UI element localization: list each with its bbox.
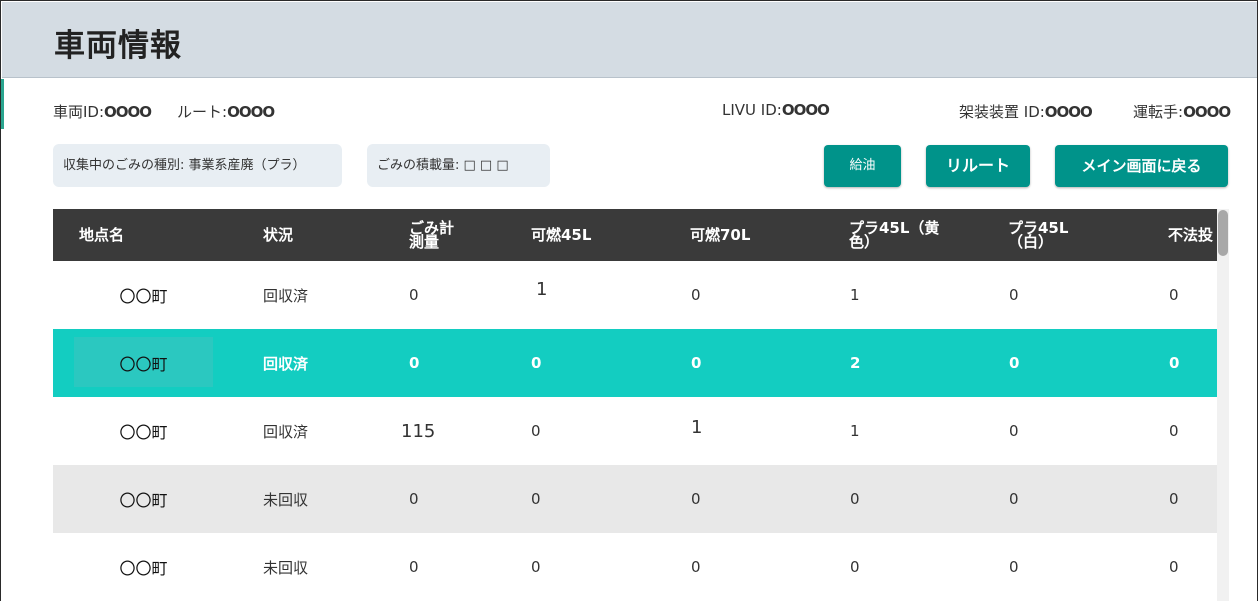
vehicle-id-value: OOOO bbox=[104, 103, 152, 121]
cell-plastic-yellow: 2 bbox=[850, 354, 861, 372]
device-id-value: OOOO bbox=[1044, 103, 1093, 121]
cell-illegal-dumping: 0 bbox=[1169, 354, 1180, 372]
cell-plastic-white: 0 bbox=[1009, 558, 1019, 576]
column-header-plastic-45l-yellow: プラ45L（黄 色） bbox=[849, 219, 940, 251]
cell-place: 〇〇町 bbox=[119, 423, 168, 442]
column-header-burnable-45l: 可燃45L bbox=[531, 226, 592, 244]
column-header-weight: ごみ計 測量 bbox=[409, 219, 455, 251]
column-header-illegal-dumping: 不法投 bbox=[1168, 226, 1214, 244]
cell-plastic-white: 0 bbox=[1009, 422, 1019, 440]
cell-burnable-45l: 0 bbox=[531, 354, 542, 372]
cell-weight: 115 bbox=[401, 420, 436, 442]
cell-burnable-70l: 0 bbox=[691, 286, 701, 304]
table-row[interactable]: 〇〇町 回収済 0 1 0 1 0 0 bbox=[53, 261, 1217, 329]
cell-burnable-45l: 1 bbox=[536, 278, 548, 300]
column-header-burnable-70l: 可燃70L bbox=[690, 226, 751, 244]
page-title: 車両情報 bbox=[54, 28, 182, 64]
cell-place: 〇〇町 bbox=[119, 287, 168, 306]
table-row-selected[interactable]: 〇〇町 回収済 0 0 0 2 0 0 bbox=[53, 329, 1217, 397]
cell-status: 回収済 bbox=[263, 286, 309, 305]
cell-weight: 0 bbox=[409, 558, 419, 576]
cell-burnable-70l: 0 bbox=[691, 558, 701, 576]
cell-weight: 0 bbox=[409, 286, 419, 304]
cell-burnable-70l: 1 bbox=[691, 416, 703, 438]
table-header: 地点名 状況 ごみ計 測量 可燃45L 可燃70L プラ45L（黄 色） プラ4… bbox=[53, 209, 1217, 261]
page-header: 車両情報 bbox=[2, 2, 1257, 78]
load-amount-chip: ごみの積載量: □ □ □ bbox=[367, 144, 550, 187]
app-window: 車両情報 車両ID:OOOO ルート:OOOO LIVU ID:OOOO 架装装… bbox=[0, 0, 1258, 601]
cell-burnable-70l: 0 bbox=[691, 354, 702, 372]
reroute-button[interactable]: リルート bbox=[926, 145, 1030, 187]
cell-burnable-45l: 0 bbox=[531, 558, 541, 576]
cell-place: 〇〇町 bbox=[119, 559, 168, 578]
cell-illegal-dumping: 0 bbox=[1169, 422, 1179, 440]
livu-id-value: OOOO bbox=[781, 101, 830, 119]
scrollbar-thumb[interactable] bbox=[1218, 210, 1228, 256]
cell-plastic-yellow: 1 bbox=[850, 422, 860, 440]
cell-plastic-white: 0 bbox=[1009, 286, 1019, 304]
cell-burnable-70l: 0 bbox=[691, 490, 701, 508]
refuel-button[interactable]: 給油 bbox=[824, 145, 901, 187]
cell-burnable-45l: 0 bbox=[531, 490, 541, 508]
cell-illegal-dumping: 0 bbox=[1169, 558, 1179, 576]
table-row[interactable]: 〇〇町 回収済 115 0 1 1 0 0 bbox=[53, 397, 1217, 465]
driver-value: OOOO bbox=[1183, 103, 1231, 121]
cell-plastic-white: 0 bbox=[1009, 354, 1020, 372]
cell-plastic-yellow: 1 bbox=[850, 286, 860, 304]
cell-weight: 0 bbox=[409, 490, 419, 508]
column-header-status: 状況 bbox=[263, 226, 294, 244]
table-scrollbar[interactable] bbox=[1217, 209, 1229, 601]
route-value: OOOO bbox=[227, 103, 275, 121]
cell-plastic-white: 0 bbox=[1009, 490, 1019, 508]
table-row[interactable]: 〇〇町 未回収 0 0 0 0 0 0 bbox=[53, 533, 1217, 601]
column-header-place: 地点名 bbox=[79, 226, 125, 244]
cell-status: 未回収 bbox=[263, 558, 309, 577]
back-to-main-button[interactable]: メイン画面に戻る bbox=[1055, 145, 1228, 187]
left-accent-bar bbox=[1, 79, 4, 129]
table-row[interactable]: 〇〇町 未回収 0 0 0 0 0 0 bbox=[53, 465, 1217, 533]
livu-id-info: LIVU ID:OOOO bbox=[722, 101, 830, 119]
driver-info: 運転手:OOOO bbox=[1133, 103, 1231, 121]
route-info: ルート:OOOO bbox=[177, 103, 275, 121]
device-id-info: 架装装置 ID:OOOO bbox=[959, 103, 1093, 121]
cell-status: 回収済 bbox=[263, 354, 309, 373]
cell-illegal-dumping: 0 bbox=[1169, 490, 1179, 508]
column-header-plastic-45l-white: プラ45L （白） bbox=[1008, 219, 1069, 251]
cell-status: 未回収 bbox=[263, 490, 309, 509]
cell-plastic-yellow: 0 bbox=[850, 558, 860, 576]
cell-burnable-45l: 0 bbox=[531, 422, 541, 440]
collection-points-table: 地点名 状況 ごみ計 測量 可燃45L 可燃70L プラ45L（黄 色） プラ4… bbox=[53, 209, 1217, 601]
vehicle-id-info: 車両ID:OOOO bbox=[53, 103, 152, 121]
cell-weight: 0 bbox=[409, 354, 420, 372]
cell-illegal-dumping: 0 bbox=[1169, 286, 1179, 304]
cell-status: 回収済 bbox=[263, 422, 309, 441]
cell-plastic-yellow: 0 bbox=[850, 490, 860, 508]
cell-place: 〇〇町 bbox=[119, 491, 168, 510]
cell-place: 〇〇町 bbox=[119, 355, 168, 374]
garbage-type-chip: 収集中のごみの種別: 事業系産廃（プラ） bbox=[53, 144, 342, 187]
